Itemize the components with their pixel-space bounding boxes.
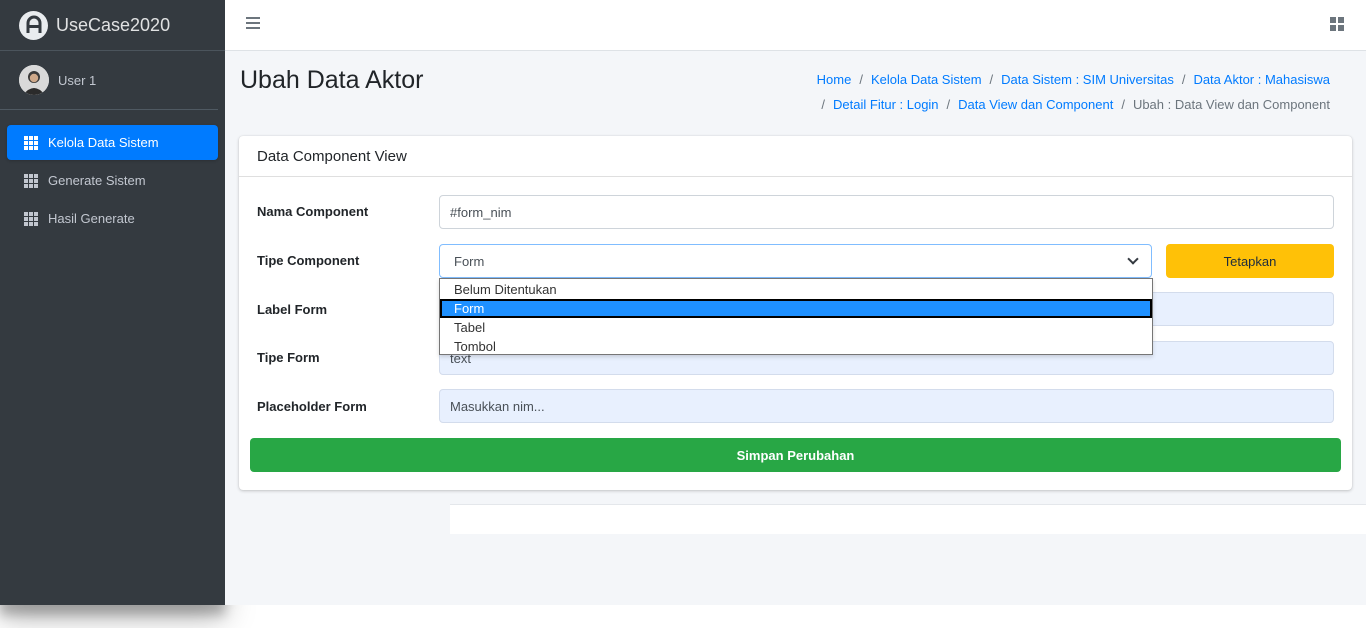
breadcrumb-separator: / (1121, 97, 1125, 112)
sidebar-item-label: Hasil Generate (48, 211, 135, 226)
dropdown-option-form[interactable]: Form (440, 299, 1152, 318)
dropdown-option-tombol[interactable]: Tombol (440, 337, 1152, 356)
sidebar-item-label: Kelola Data Sistem (48, 135, 159, 150)
breadcrumb-detail-fitur[interactable]: Detail Fitur : Login (833, 97, 939, 112)
apps-grid-icon[interactable] (1330, 17, 1344, 31)
brand-name: UseCase2020 (56, 14, 171, 35)
page-title: Ubah Data Aktor (240, 66, 424, 94)
simpan-perubahan-button[interactable]: Simpan Perubahan (250, 438, 1341, 472)
breadcrumb-data-aktor[interactable]: Data Aktor : Mahasiswa (1193, 72, 1330, 87)
breadcrumb-separator: / (946, 97, 951, 112)
tetapkan-button[interactable]: Tetapkan (1166, 244, 1334, 278)
breadcrumb-separator: / (859, 72, 863, 87)
tipe-component-select[interactable]: Form (439, 244, 1152, 278)
grid-icon (24, 211, 38, 226)
user-panel[interactable]: User 1 (0, 51, 218, 110)
dropdown-option-tabel[interactable]: Tabel (440, 318, 1152, 337)
tipe-form-label: Tipe Form (257, 350, 320, 365)
nama-component-label: Nama Component (257, 204, 369, 219)
sidebar-nav: Kelola Data Sistem Generate Sistem Hasil… (0, 110, 225, 236)
breadcrumb-data-sistem[interactable]: Data Sistem : SIM Universitas (1001, 72, 1174, 87)
breadcrumb: Home / Kelola Data Sistem / Data Sistem : SI… (770, 67, 1330, 117)
brand-link[interactable]: UseCase2020 (0, 0, 225, 51)
menu-toggle-icon[interactable] (246, 17, 260, 32)
breadcrumb-home[interactable]: Home (817, 72, 852, 87)
placeholder-form-input[interactable]: Masukkan nim... (439, 389, 1334, 423)
sidebar-item-hasil-generate[interactable]: Hasil Generate (7, 201, 218, 236)
tipe-component-dropdown: Belum Ditentukan Form Tabel Tombol (439, 278, 1153, 355)
breadcrumb-kelola-data-sistem[interactable]: Kelola Data Sistem (871, 72, 982, 87)
breadcrumb-current: Ubah : Data View dan Component (1132, 97, 1330, 112)
breadcrumb-separator: / (1181, 72, 1186, 87)
dropdown-option-belum-ditentukan[interactable]: Belum Ditentukan (440, 280, 1152, 299)
user-name: User 1 (58, 72, 97, 88)
brand-logo-icon (19, 10, 48, 40)
top-navbar (225, 0, 1366, 51)
tipe-component-label: Tipe Component (257, 253, 360, 268)
placeholder-form-label: Placeholder Form (257, 399, 367, 414)
sidebar-item-generate-sistem[interactable]: Generate Sistem (7, 163, 218, 198)
user-avatar (19, 65, 49, 95)
breadcrumb-separator: / (989, 72, 994, 87)
chevron-down-icon (1127, 253, 1139, 265)
sidebar-item-label: Generate Sistem (48, 173, 146, 188)
breadcrumb-separator: / (821, 97, 826, 112)
card-title: Data Component View (239, 136, 1352, 177)
label-form-label: Label Form (257, 302, 328, 317)
main-sidebar: UseCase2020 User 1 Kelola Data Sistem Ge… (0, 0, 225, 605)
sidebar-item-kelola-data-sistem[interactable]: Kelola Data Sistem (7, 125, 218, 160)
nama-component-input[interactable]: #form_nim (439, 195, 1334, 229)
tipe-component-value: Form (454, 253, 485, 269)
footer-strip (450, 504, 1366, 534)
grid-icon (24, 173, 38, 188)
breadcrumb-data-view[interactable]: Data View dan Component (958, 97, 1113, 112)
grid-icon (24, 135, 38, 150)
